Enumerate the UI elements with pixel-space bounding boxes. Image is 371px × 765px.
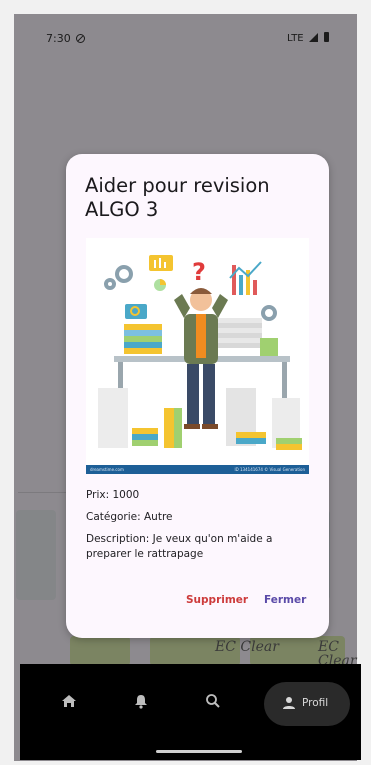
image-credit-right: ID 134141674 © Visual Generation xyxy=(234,467,305,472)
item-detail-dialog: Aider pour revision ALGO 3 ? dreamstime.… xyxy=(66,154,329,638)
bell-icon[interactable] xyxy=(132,692,150,710)
image-watermark: dreamstime.com ID 134141674 © Visual Gen… xyxy=(86,465,309,474)
confused-man-illustration: ? xyxy=(98,255,302,450)
nav-profil-label: Profil xyxy=(302,697,329,709)
status-time: 7:30 xyxy=(46,32,86,45)
bottom-navigation: Profil xyxy=(20,664,361,760)
background-card-text: EC Clear xyxy=(215,639,279,655)
status-indicators: LTE xyxy=(287,32,329,44)
item-image: ? dreamstime.com ID 134141674 © Visual G… xyxy=(86,238,309,474)
close-button[interactable]: Fermer xyxy=(264,594,306,606)
item-description: Description: Je veux qu'on m'aide a prep… xyxy=(86,533,273,560)
item-category: Catégorie: Autre xyxy=(86,511,173,523)
nav-profil-button[interactable]: Profil xyxy=(264,682,350,726)
dialog-title: Aider pour revision ALGO 3 xyxy=(85,174,270,221)
person-icon xyxy=(283,697,295,709)
search-icon[interactable] xyxy=(204,692,222,710)
delete-button[interactable]: Supprimer xyxy=(186,594,248,606)
background-thumbnail xyxy=(16,510,56,600)
do-not-disturb-icon xyxy=(76,34,86,43)
network-type: LTE xyxy=(287,33,304,44)
item-price: Prix: 1000 xyxy=(86,489,140,501)
battery-icon xyxy=(324,32,329,42)
svg-text:?: ? xyxy=(192,258,206,286)
home-icon[interactable] xyxy=(60,692,78,710)
image-credit-left: dreamstime.com xyxy=(90,467,124,472)
signal-icon xyxy=(308,33,318,42)
status-bar: 7:30 LTE xyxy=(14,32,357,52)
status-time-text: 7:30 xyxy=(46,32,71,45)
home-indicator[interactable] xyxy=(156,750,242,753)
background-card-art xyxy=(70,636,130,666)
